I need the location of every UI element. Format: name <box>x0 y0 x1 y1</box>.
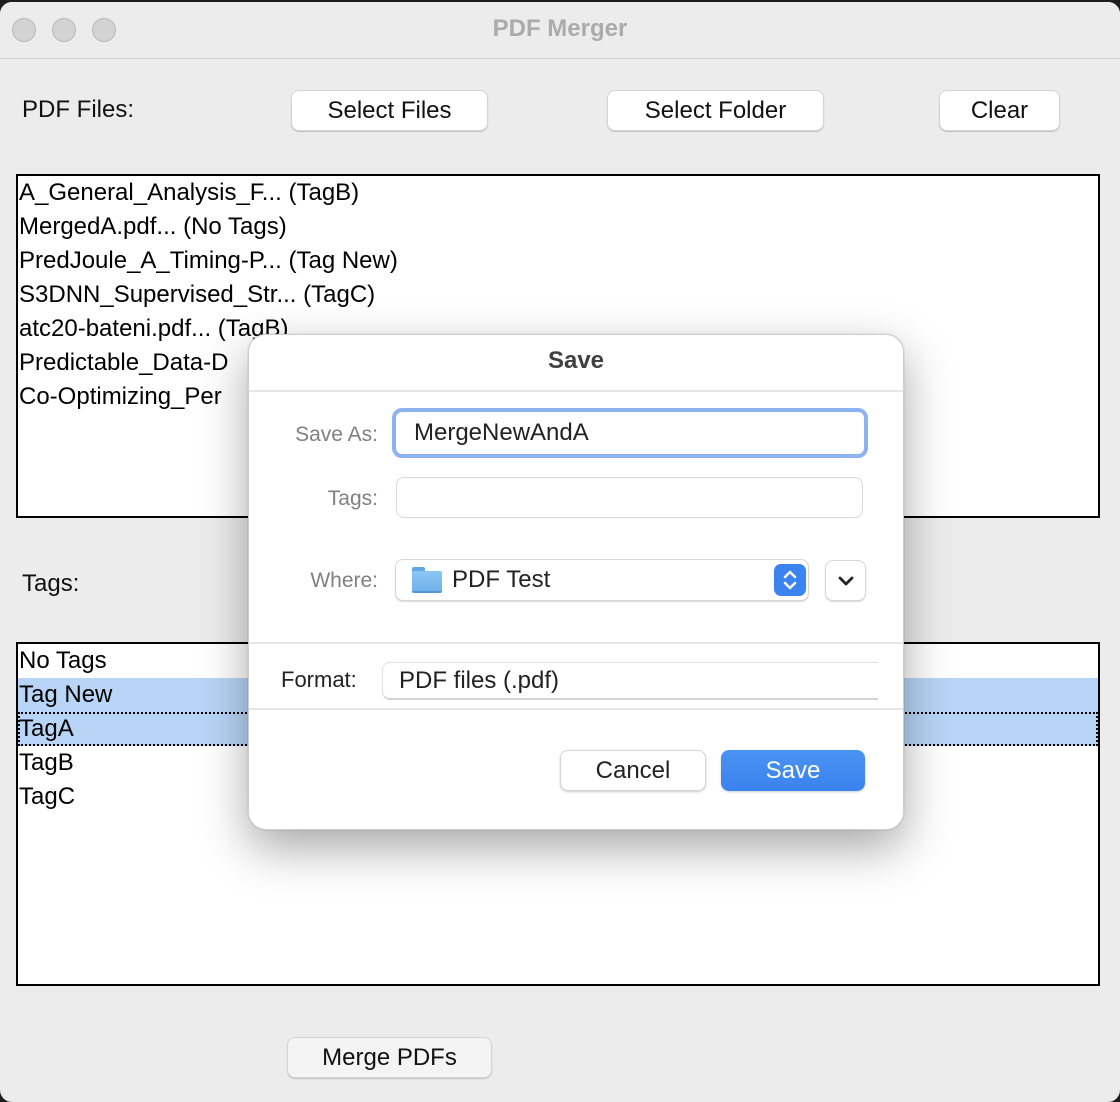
file-list-item[interactable]: S3DNN_Supervised_Str... (TagC) <box>18 278 1098 312</box>
format-popup-button[interactable]: PDF files (.pdf) <box>382 662 878 700</box>
format-label: Format: <box>281 667 357 692</box>
chevron-down-icon <box>838 576 853 585</box>
tags-input[interactable] <box>396 477 863 518</box>
window-title: PDF Merger <box>492 15 628 42</box>
where-label: Where: <box>310 569 378 592</box>
where-popup-button[interactable]: PDF Test <box>395 559 809 601</box>
merge-pdfs-button[interactable]: Merge PDFs <box>287 1037 492 1078</box>
select-folder-button[interactable]: Select Folder <box>607 90 824 131</box>
cancel-button[interactable]: Cancel <box>560 750 706 791</box>
save-as-input[interactable]: MergeNewAndA <box>392 408 868 458</box>
file-list-item[interactable]: A_General_Analysis_F... (TagB) <box>18 176 1098 210</box>
save-dialog: Save Save As: MergeNewAndA Tags: Where: … <box>248 334 904 830</box>
save-button[interactable]: Save <box>721 750 865 791</box>
clear-button[interactable]: Clear <box>939 90 1060 131</box>
dialog-title: Save <box>547 347 605 374</box>
save-as-label: Save As: <box>295 423 378 446</box>
dialog-divider <box>249 390 903 392</box>
file-list-item[interactable]: MergedA.pdf... (No Tags) <box>18 210 1098 244</box>
folder-icon <box>412 567 442 593</box>
pdf-files-label: PDF Files: <box>22 96 135 123</box>
tags-field-label: Tags: <box>327 487 378 510</box>
dialog-divider <box>249 642 903 644</box>
up-down-chevron-icon <box>774 564 806 596</box>
expand-dialog-button[interactable] <box>825 560 866 601</box>
where-value: PDF Test <box>452 566 551 593</box>
dialog-divider <box>249 708 903 710</box>
tags-label: Tags: <box>22 570 80 597</box>
select-files-button[interactable]: Select Files <box>291 90 488 131</box>
title-bar: PDF Merger <box>0 2 1120 59</box>
file-list-item[interactable]: PredJoule_A_Timing-P... (Tag New) <box>18 244 1098 278</box>
